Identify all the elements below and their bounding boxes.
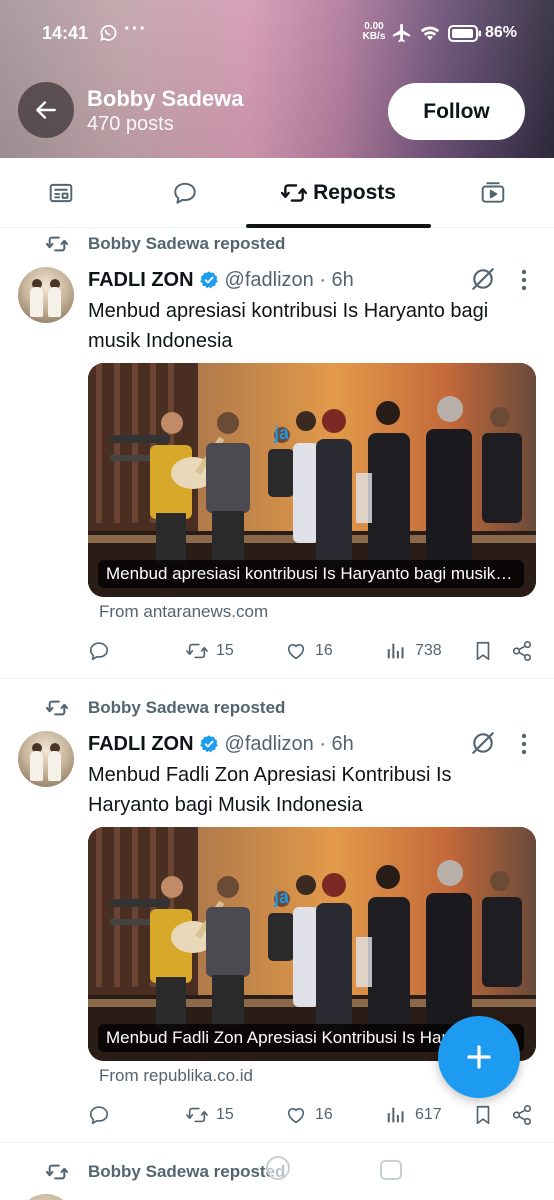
- avatar[interactable]: [18, 1194, 74, 1200]
- repost-button[interactable]: 15: [186, 636, 234, 666]
- tab-media[interactable]: [462, 158, 524, 228]
- post-card[interactable]: Bobby Sadewa reposted FADLI ZON @fadlizo…: [0, 228, 554, 678]
- feed-icon: [49, 183, 73, 203]
- share-icon: [512, 641, 532, 661]
- svg-text:ja: ja: [273, 423, 290, 443]
- status-more-icon: ···: [124, 18, 147, 40]
- repost-count: 15: [216, 642, 234, 659]
- verified-badge-icon: [199, 271, 218, 289]
- repost-icon: [281, 184, 308, 202]
- author-name[interactable]: FADLI ZON: [88, 733, 194, 756]
- follow-button[interactable]: Follow: [388, 83, 525, 140]
- tab-feed[interactable]: [30, 158, 92, 228]
- repost-text: Bobby Sadewa reposted: [88, 234, 286, 253]
- author-handle-time: @fadlizon · 6h: [224, 732, 354, 755]
- repost-icon: [46, 1164, 68, 1180]
- post-actions: 15 16 617: [0, 1100, 554, 1130]
- repost-icon: [46, 700, 68, 716]
- posts-count: 470 posts: [87, 113, 174, 135]
- repost-count: 15: [216, 1106, 234, 1123]
- profile-header: 14:41 ··· 0.00 KB/s 86% Bobby Sadewa 470…: [0, 0, 554, 158]
- share-icon: [512, 1105, 532, 1125]
- views-chart-icon: [387, 1107, 404, 1123]
- views-button[interactable]: 738: [385, 636, 442, 666]
- views-chart-icon: [387, 643, 404, 659]
- svg-text:ja: ja: [273, 887, 290, 907]
- compose-post-button[interactable]: [438, 1016, 520, 1098]
- link-card-source[interactable]: From republika.co.id: [99, 1066, 253, 1086]
- post-header: FADLI ZON @fadlizon · 6h: [88, 730, 354, 758]
- like-count: 16: [315, 642, 333, 659]
- repost-text: Bobby Sadewa reposted: [88, 698, 286, 717]
- battery-icon: [448, 25, 481, 42]
- tab-reposts[interactable]: Reposts: [246, 158, 431, 228]
- post-header: FADLI ZON @fadlizon · 6h: [88, 266, 354, 294]
- more-options-icon[interactable]: [513, 731, 535, 757]
- nav-recents-indicator-icon[interactable]: [380, 1160, 402, 1180]
- profile-name: Bobby Sadewa: [87, 86, 244, 111]
- more-options-icon[interactable]: [513, 267, 535, 293]
- whatsapp-icon: [100, 24, 117, 41]
- network-speed-unit: KB/s: [362, 31, 386, 42]
- link-card-source[interactable]: From antaranews.com: [99, 602, 268, 622]
- bookmark-button[interactable]: [472, 1100, 494, 1130]
- heart-icon: [287, 644, 305, 660]
- post-actions: 15 16 738: [0, 636, 554, 666]
- reply-button[interactable]: [88, 636, 110, 666]
- grok-icon[interactable]: [470, 730, 496, 756]
- avatar[interactable]: [18, 731, 74, 787]
- plus-icon: [467, 1045, 491, 1069]
- bookmark-button[interactable]: [472, 636, 494, 666]
- like-button[interactable]: 16: [285, 636, 333, 666]
- repost-text: Bobby Sadewa reposted: [88, 1162, 286, 1181]
- back-button[interactable]: [18, 82, 74, 138]
- views-count: 738: [415, 642, 442, 659]
- repost-indicator: Bobby Sadewa reposted: [46, 233, 285, 255]
- profile-tabs: Reposts: [0, 158, 554, 228]
- author-handle-time: @fadlizon · 6h: [224, 268, 354, 291]
- tab-replies[interactable]: [154, 158, 216, 228]
- reply-button[interactable]: [88, 1100, 110, 1130]
- status-time: 14:41: [42, 23, 89, 43]
- airplane-mode-icon: [392, 23, 411, 43]
- post-divider: [0, 1142, 554, 1143]
- grok-icon[interactable]: [470, 266, 496, 292]
- status-bar: 14:41 ··· 0.00 KB/s 86%: [0, 0, 554, 68]
- verified-badge-icon: [199, 735, 218, 753]
- repost-button[interactable]: 15: [186, 1100, 234, 1130]
- like-count: 16: [315, 1106, 333, 1123]
- repost-icon: [186, 1107, 208, 1123]
- video-icon: [481, 182, 505, 203]
- post-divider: [0, 678, 554, 679]
- share-button[interactable]: [511, 1100, 533, 1130]
- bookmark-icon: [476, 1105, 490, 1125]
- author-name[interactable]: FADLI ZON: [88, 269, 194, 292]
- wifi-icon: [420, 26, 440, 41]
- post-text: Menbud apresiasi kontribusi Is Haryanto …: [88, 300, 489, 352]
- reply-icon: [89, 642, 109, 661]
- battery-percent: 86%: [485, 24, 518, 41]
- back-arrow-icon: [36, 101, 56, 119]
- views-count: 617: [415, 1106, 442, 1123]
- heart-icon: [287, 1108, 305, 1124]
- views-button[interactable]: 617: [385, 1100, 442, 1130]
- link-card-title: Menbud apresiasi kontribusi Is Haryanto …: [98, 560, 524, 588]
- repost-indicator: Bobby Sadewa reposted: [46, 697, 285, 719]
- repost-icon: [186, 643, 208, 659]
- nav-home-indicator-icon[interactable]: [266, 1156, 290, 1180]
- speech-bubble-icon: [174, 182, 196, 204]
- avatar[interactable]: [18, 267, 74, 323]
- tab-reposts-label: Reposts: [313, 181, 396, 204]
- post-text: Menbud Fadli Zon Apresiasi Kontribusi Is…: [88, 764, 452, 816]
- like-button[interactable]: 16: [285, 1100, 333, 1130]
- share-button[interactable]: [511, 636, 533, 666]
- link-card-image[interactable]: ja Menbud apresiasi kontribusi Is Haryan…: [88, 363, 536, 597]
- repost-icon: [46, 236, 68, 252]
- bookmark-icon: [476, 641, 490, 661]
- reply-icon: [89, 1106, 109, 1125]
- network-speed: 0.00 KB/s: [360, 22, 388, 42]
- repost-indicator: Bobby Sadewa reposted: [46, 1161, 285, 1183]
